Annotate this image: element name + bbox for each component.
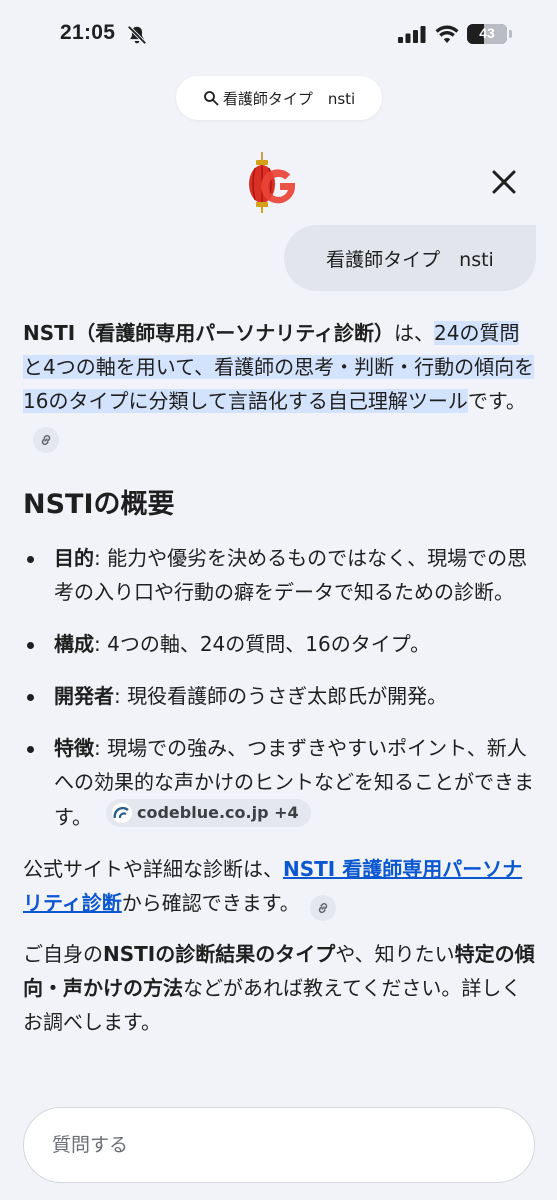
list-item: 構成: 4つの軸、24の質問、16のタイプ。	[23, 627, 535, 661]
source-chip-label: codeblue.co.jp +4	[137, 803, 299, 822]
p2-pre: 公式サイトや詳細な診断は、	[23, 857, 283, 881]
overview-list: 目的: 能力や優劣を決めるものではなく、現場での思考の入り口や行動の癖をデータで…	[23, 541, 535, 834]
link-icon	[41, 435, 51, 445]
bullet-text: : 能力や優劣を決めるものではなく、現場での思考の入り口や行動の癖をデータで知る…	[54, 546, 528, 604]
list-item: 開発者: 現役看護師のうさぎ太郎氏が開発。	[23, 679, 535, 713]
ask-bar[interactable]	[23, 1107, 535, 1183]
signal-icon	[398, 26, 426, 43]
p3-c: や、知りたい	[335, 942, 455, 966]
bullet-label: 構成	[54, 632, 94, 656]
bullet-label: 特徴	[54, 736, 94, 760]
intro-end: です。	[467, 389, 526, 413]
codeblue-favicon-icon	[112, 803, 132, 823]
close-icon[interactable]	[486, 164, 522, 200]
p2-post: から確認できます。	[121, 891, 300, 915]
source-chip[interactable]: codeblue.co.jp +4	[106, 799, 311, 827]
bullet-label: 目的	[54, 546, 94, 570]
bullet-label: 開発者	[54, 684, 114, 708]
search-query-pill[interactable]: 看護師タイプ nsti	[176, 76, 382, 120]
link-chip-intro[interactable]	[33, 427, 59, 453]
battery-icon: 43	[467, 24, 507, 44]
link-icon	[318, 903, 327, 913]
battery-tip	[509, 30, 512, 38]
answer-followup: ご自身のNSTIの診断結果のタイプや、知りたい特定の傾向・声かけの方法などがあれ…	[23, 937, 535, 1039]
search-query-text: 看護師タイプ nsti	[222, 89, 356, 108]
bullet-text: : 現役看護師のうさぎ太郎氏が開発。	[114, 684, 448, 708]
list-item: 特徴: 現場での強み、つまずきやすいポイント、新人への効果的な声かけのヒントなど…	[23, 731, 535, 834]
status-bar: 21:05 43	[0, 0, 557, 70]
google-lantern-logo[interactable]	[240, 150, 304, 214]
answer-official-site: 公式サイトや詳細な診断は、NSTI 看護師専用パーソナリティ診断から確認できます…	[23, 852, 535, 921]
link-chip-official[interactable]	[309, 895, 336, 921]
status-time: 21:05	[60, 21, 116, 44]
bell-slash-icon	[127, 25, 147, 45]
intro-term: NSTI（看護師専用パーソナリティ診断）	[23, 321, 395, 345]
p3-a: ご自身の	[23, 942, 103, 966]
ask-input[interactable]	[52, 1134, 492, 1156]
section-title: NSTIの概要	[23, 489, 175, 520]
ai-answer: NSTI（看護師専用パーソナリティ診断）は、24の質問と4つの軸を用いて、看護師…	[23, 316, 535, 1055]
user-query-bubble: 看護師タイプ nsti	[284, 225, 536, 291]
answer-intro: NSTI（看護師専用パーソナリティ診断）は、24の質問と4つの軸を用いて、看護師…	[23, 316, 535, 453]
wifi-icon	[435, 25, 459, 43]
list-item: 目的: 能力や優劣を決めるものではなく、現場での思考の入り口や行動の癖をデータで…	[23, 541, 535, 609]
search-icon	[203, 91, 219, 106]
p3-bold-1: NSTIの診断結果のタイプ	[103, 942, 336, 966]
bullet-text: : 4つの軸、24の質問、16のタイプ。	[94, 632, 431, 656]
battery-percent: 43	[479, 25, 495, 41]
intro-mid: は、	[394, 321, 435, 345]
